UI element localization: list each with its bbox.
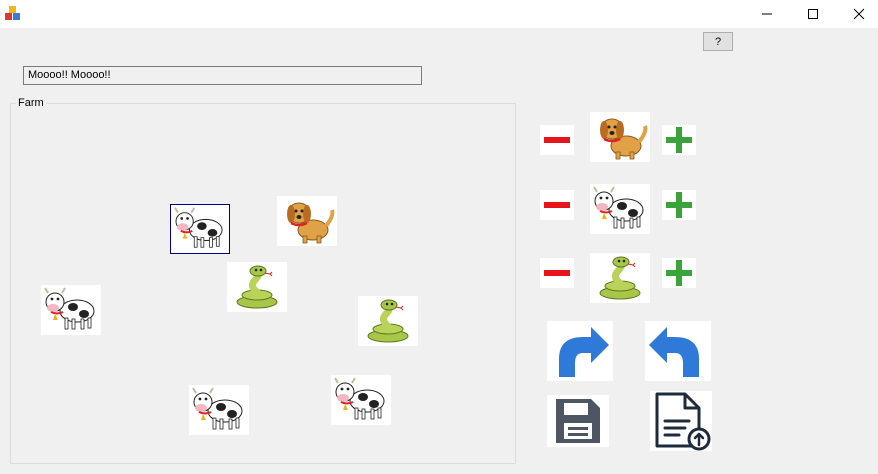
redo-icon: [559, 327, 609, 377]
maximize-button[interactable]: [790, 0, 836, 28]
help-button[interactable]: ?: [703, 32, 733, 51]
add-cow-button[interactable]: [662, 190, 696, 220]
close-icon: [853, 8, 865, 20]
snake-preview: [590, 253, 650, 303]
cow-icon: [189, 385, 249, 435]
add-dog-button[interactable]: [662, 125, 696, 155]
snake-icon: [590, 253, 650, 303]
minus-icon: [544, 137, 570, 143]
redo-button[interactable]: [547, 321, 613, 381]
farm-cow-tile[interactable]: [331, 375, 391, 425]
minimize-button[interactable]: [744, 0, 790, 28]
minimize-icon: [762, 13, 772, 15]
plus-icon: [666, 192, 692, 218]
farm-group-label: Farm: [16, 97, 46, 110]
cow-icon: [171, 205, 229, 253]
snake-icon: [358, 296, 418, 346]
undo-button[interactable]: [645, 321, 711, 381]
farm-cow-tile[interactable]: [189, 385, 249, 435]
close-button[interactable]: [836, 0, 878, 28]
file-upload-icon: [655, 392, 711, 451]
cow-icon: [41, 285, 101, 335]
undo-icon: [649, 327, 699, 377]
minus-icon: [544, 270, 570, 276]
plus-icon: [666, 127, 692, 153]
plus-icon: [666, 260, 692, 286]
farm-dog-tile[interactable]: [277, 196, 337, 246]
message-field[interactable]: Moooo!! Moooo!!: [23, 66, 422, 85]
dog-preview: [590, 112, 650, 162]
dog-icon: [277, 196, 337, 246]
farm-cow-tile[interactable]: [170, 204, 230, 254]
minus-icon: [544, 202, 570, 208]
add-snake-button[interactable]: [662, 258, 696, 288]
dog-icon: [590, 112, 650, 162]
save-button[interactable]: [547, 395, 609, 447]
title-bar: [0, 0, 878, 28]
maximize-icon: [808, 9, 818, 19]
cow-icon: [590, 184, 650, 234]
load-button[interactable]: [650, 391, 712, 451]
farm-cow-tile[interactable]: [41, 285, 101, 335]
farm-snake-tile[interactable]: [227, 262, 287, 312]
blocks-icon: [4, 4, 22, 22]
save-icon: [556, 399, 600, 443]
cow-preview: [590, 184, 650, 234]
snake-icon: [227, 262, 287, 312]
remove-snake-button[interactable]: [540, 258, 574, 288]
remove-dog-button[interactable]: [540, 125, 574, 155]
cow-icon: [331, 375, 391, 425]
farm-snake-tile[interactable]: [358, 296, 418, 346]
remove-cow-button[interactable]: [540, 190, 574, 220]
